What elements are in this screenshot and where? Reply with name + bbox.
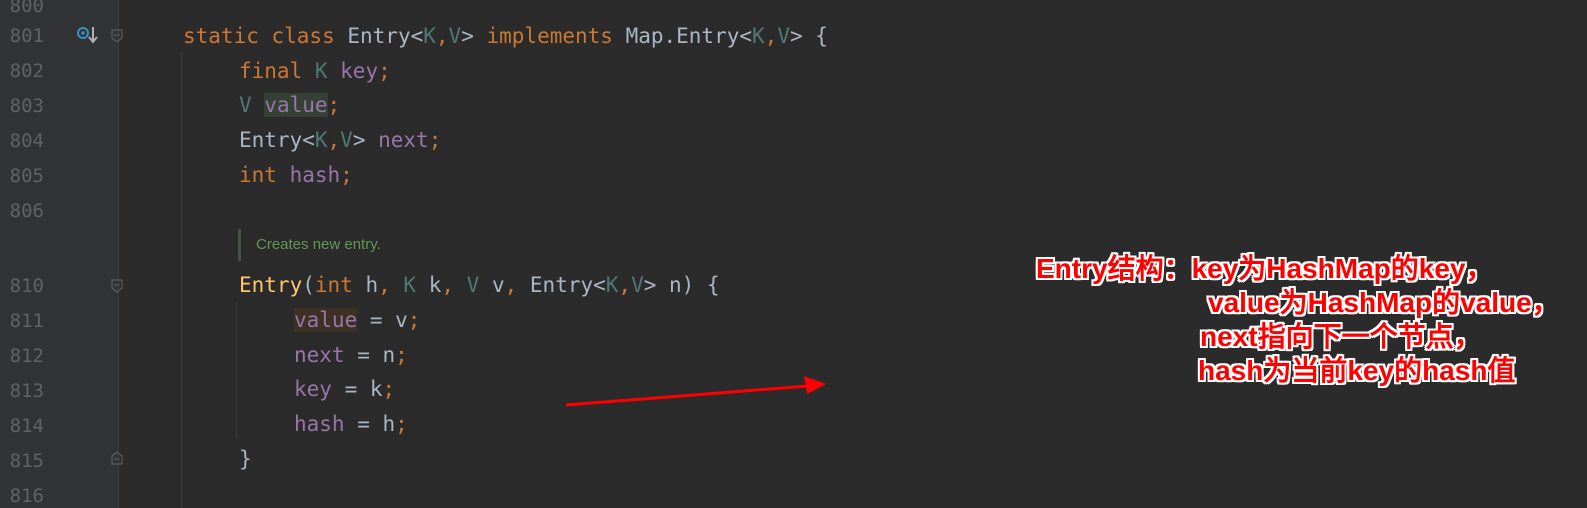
code-token: , [618,273,632,297]
code-token: ; [407,308,421,332]
code-token: implements [486,24,626,48]
code-token: int [239,163,290,187]
fold-marker-icon[interactable] [110,29,124,43]
code-token: , [764,24,778,48]
fold-marker-icon[interactable] [110,451,124,465]
line-number: 816 [9,485,44,507]
line-number: 810 [9,275,44,297]
line-number: 803 [9,95,44,117]
code-token: , [378,273,404,297]
code-token: int [314,273,366,297]
code-token: ( [302,273,315,297]
code-token: V [340,128,353,152]
code-line-804[interactable]: Entry<K,V> next; [239,127,441,153]
doc-comment-text[interactable]: Creates new entry. [256,236,381,253]
code-token: = n [344,343,396,367]
code-token: Entry [239,273,303,297]
code-token: key [340,59,379,83]
code-token: , [327,128,341,152]
code-line-815[interactable]: } [239,446,252,472]
line-number: 815 [9,450,44,472]
code-token: = v [357,308,408,332]
code-token: h [365,273,379,297]
code-line-810[interactable]: Entry(int h, K k, V v, Entry<K,V> n) { [239,272,720,298]
code-token: hash [294,412,345,436]
code-token: ; [340,163,353,187]
code-token: K [605,273,619,297]
code-token: V [466,273,492,297]
code-token: value [264,93,328,117]
annotation-line: next指向下一个节点， [1200,321,1482,352]
line-number: 806 [9,200,44,222]
code-token: K [403,273,429,297]
code-line-802[interactable]: final K key; [239,58,391,84]
code-line-813[interactable]: key = k; [294,376,395,402]
line-number: 805 [9,165,44,187]
code-token: Entry< [239,128,315,152]
code-token: V [777,24,790,48]
code-token: K [314,59,341,83]
code-token: > [461,24,487,48]
code-line-805[interactable]: int hash; [239,162,353,188]
code-token: , [441,273,467,297]
indent-guide [236,302,237,438]
code-token: > n) { [643,273,720,297]
code-token: value [294,308,358,332]
code-line-812[interactable]: next = n; [294,342,408,368]
fold-marker-icon[interactable] [110,279,124,293]
code-line-811[interactable]: value = v; [294,307,420,333]
code-token: k [428,273,442,297]
code-token: Entry< [529,273,606,297]
line-number: 801 [9,25,44,47]
code-token: final [239,59,315,83]
annotation-line: Entry结构：key为HashMap的key， [1036,253,1494,284]
code-token: ; [395,343,408,367]
code-token: Map.Entry< [625,24,753,48]
code-token: key [294,377,332,401]
code-token: K [423,24,436,48]
code-token: K [314,128,328,152]
code-token: ; [395,412,408,436]
line-number: 814 [9,415,44,437]
code-line-801[interactable]: static class Entry<K,V> implements Map.E… [183,23,828,49]
indent-guide [181,52,182,508]
line-number: 802 [9,60,44,82]
code-token: > [352,128,379,152]
code-token: ; [378,59,391,83]
code-token: V [448,24,462,48]
code-line-803[interactable]: V value; [239,92,340,118]
line-number: 811 [9,310,44,332]
code-token: V [239,93,265,117]
code-token: K [752,24,765,48]
code-editor[interactable]: 800 801 802 803 804 805 806 810 811 812 … [0,0,1587,508]
code-token: ; [382,377,396,401]
line-number: 813 [9,380,44,402]
annotation-line: value为HashMap的value， [1208,287,1560,318]
code-token: ; [327,93,341,117]
line-number: 812 [9,345,44,367]
annotation-arrow-icon [565,376,826,407]
line-number: 800 [9,0,44,17]
code-token: > { [789,24,828,48]
code-token: , [504,273,530,297]
annotation-line: hash为当前key的hash值 [1198,355,1516,386]
code-token: V [631,273,644,297]
code-token: next [294,343,345,367]
code-token: = k [331,377,383,401]
line-number: 804 [9,130,44,152]
code-token: } [239,447,252,471]
code-token: , [435,24,449,48]
implementation-down-arrow-icon[interactable] [76,25,100,47]
code-line-814[interactable]: hash = h; [294,411,408,437]
code-token: ; [428,128,442,152]
doc-comment-bar [238,229,241,261]
code-token: next [378,128,429,152]
gutter-divider [118,0,119,508]
code-token: hash [289,163,341,187]
code-token: v [491,273,505,297]
code-token: static class [183,24,348,48]
code-token: Entry< [347,24,424,48]
code-token: = h [344,412,396,436]
